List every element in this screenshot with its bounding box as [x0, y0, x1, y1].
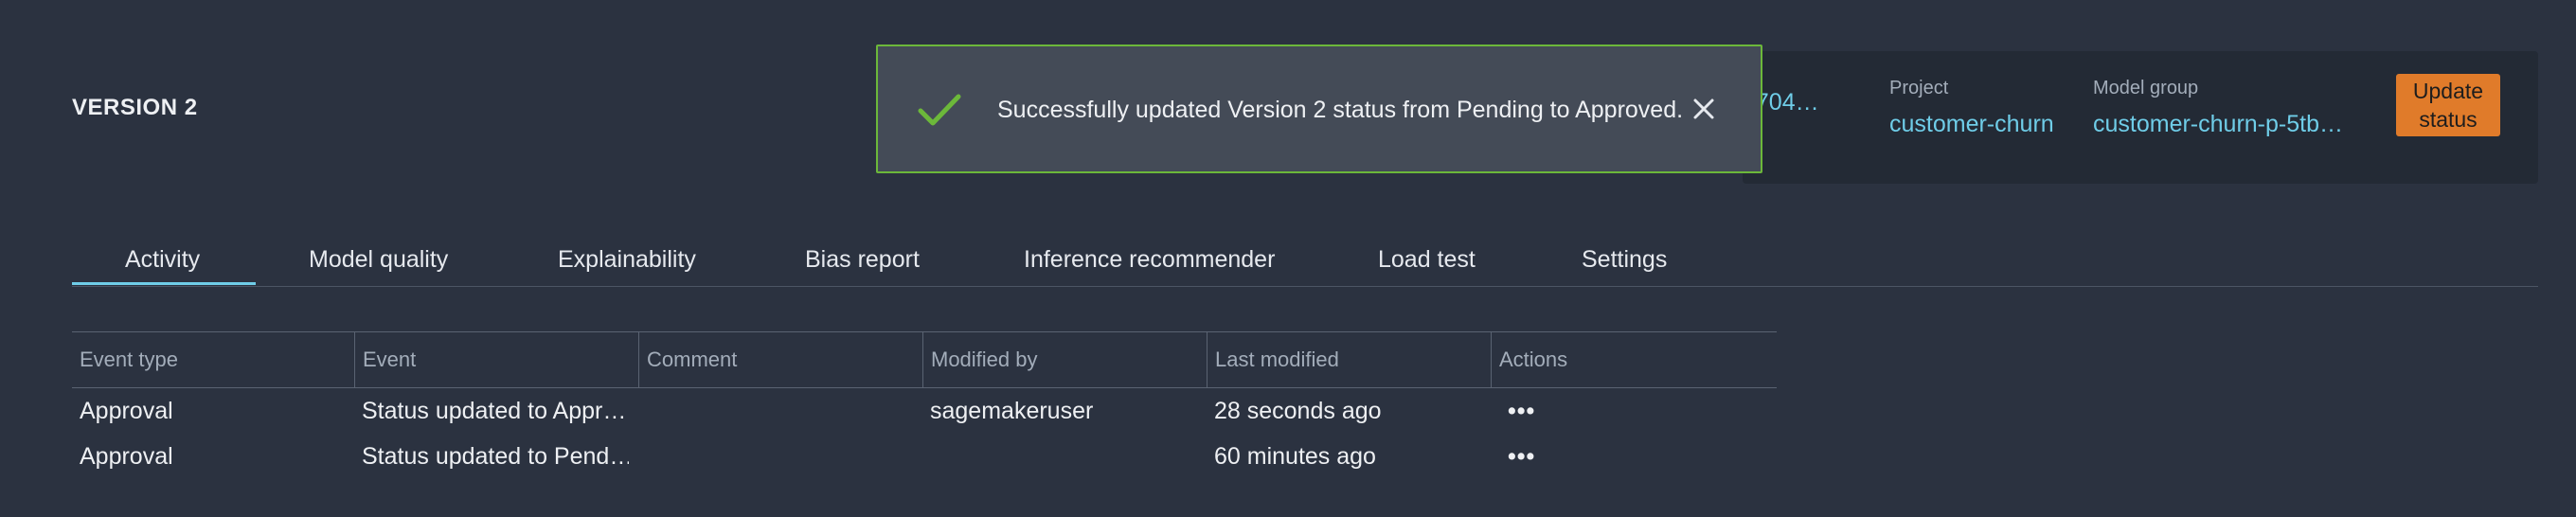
tab-load-test[interactable]: Load test: [1378, 246, 1476, 274]
project-label: Project: [1889, 78, 1949, 98]
model-info-panel: 1704… Project customer-churn Model group…: [1743, 51, 2538, 184]
info-item-model-group: Model group customer-churn-p-5tb…: [2093, 78, 2349, 138]
row-actions-menu-icon[interactable]: •••: [1500, 388, 1557, 434]
tab-bias-report[interactable]: Bias report: [805, 246, 920, 274]
column-header-event[interactable]: Event: [354, 332, 638, 387]
tab-model-quality[interactable]: Model quality: [309, 246, 448, 274]
cell-event: Status updated to Appr…: [362, 398, 627, 424]
cell-modified-by: sagemakeruser: [930, 398, 1094, 424]
update-status-button[interactable]: Update status: [2396, 74, 2500, 136]
info-item-project: Project customer-churn: [1889, 78, 2054, 138]
cell-last-modified: 60 minutes ago: [1214, 443, 1376, 470]
model-group-label: Model group: [2093, 78, 2199, 98]
tab-settings[interactable]: Settings: [1582, 246, 1667, 274]
tab-bar: Activity Model quality Explainability Bi…: [72, 237, 2538, 287]
close-icon[interactable]: [1690, 96, 1717, 122]
table-header: Event type Event Comment Modified by Las…: [72, 331, 1777, 388]
column-header-comment[interactable]: Comment: [638, 332, 922, 387]
check-icon: [918, 94, 961, 126]
table-row: Approval Status updated to Pend… 60 minu…: [72, 434, 1777, 479]
project-link[interactable]: customer-churn: [1889, 111, 2054, 138]
cell-event-type: Approval: [80, 398, 173, 424]
cell-last-modified: 28 seconds ago: [1214, 398, 1382, 424]
table-row: Approval Status updated to Appr… sagemak…: [72, 388, 1777, 434]
column-header-last-modified[interactable]: Last modified: [1207, 332, 1491, 387]
cell-comment: [638, 434, 913, 479]
success-toast: Successfully updated Version 2 status fr…: [876, 45, 1762, 173]
cell-event-type: Approval: [80, 443, 173, 470]
cell-comment: [638, 388, 913, 434]
cell-modified-by: [922, 434, 1197, 479]
page-title: VERSION 2: [72, 95, 198, 120]
tab-explainability[interactable]: Explainability: [558, 246, 696, 274]
column-header-event-type[interactable]: Event type: [72, 332, 356, 387]
column-header-actions: Actions: [1491, 332, 1777, 387]
tab-inference-recommender[interactable]: Inference recommender: [1024, 246, 1275, 274]
column-header-modified-by[interactable]: Modified by: [922, 332, 1207, 387]
tab-activity[interactable]: Activity: [125, 246, 200, 274]
activity-table: Event type Event Comment Modified by Las…: [72, 331, 1777, 479]
active-tab-indicator: [72, 282, 256, 285]
toast-message: Successfully updated Version 2 status fr…: [997, 97, 1684, 123]
row-actions-menu-icon[interactable]: •••: [1500, 434, 1557, 479]
cell-event: Status updated to Pend…: [362, 443, 629, 470]
model-group-link[interactable]: customer-churn-p-5tb…: [2093, 111, 2349, 138]
